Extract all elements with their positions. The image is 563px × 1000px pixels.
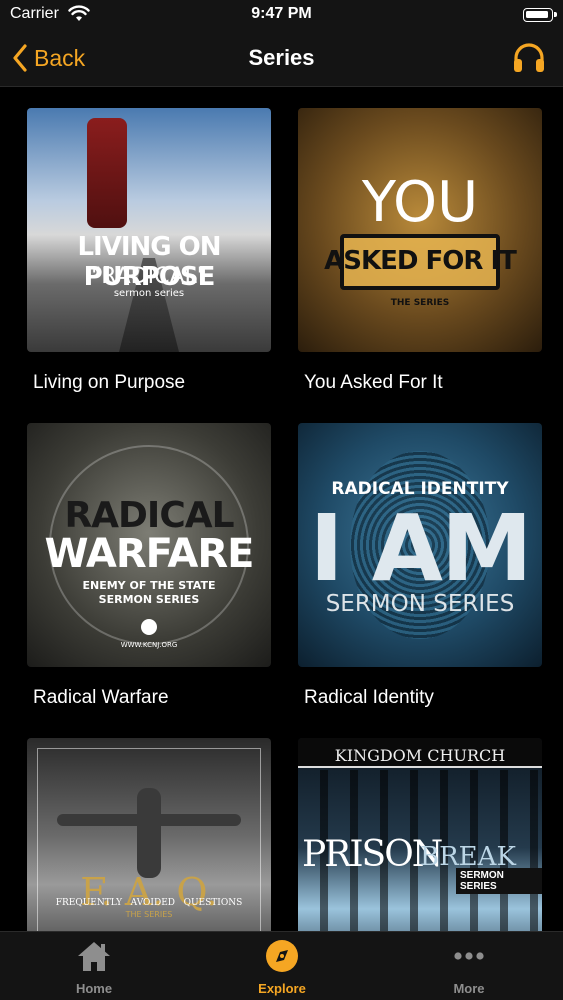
series-card-radical-identity[interactable]: RADICAL IDENTITY I AM SERMON SERIES Radi… <box>298 423 542 708</box>
series-card-faq[interactable]: F. A. Q. FREQUENTLY AVOIDED QUESTIONS TH… <box>27 738 271 931</box>
artwork-subtitle: "RADICAL" <box>91 264 207 289</box>
tab-more-label: More <box>453 981 485 996</box>
clock: 9:47 PM <box>251 5 312 22</box>
tab-home-label: Home <box>75 981 113 996</box>
artwork-arms <box>57 814 241 826</box>
artwork-subtitle: ASKED FOR IT <box>324 246 517 276</box>
artwork-subtitle: FREQUENTLY AVOIDED QUESTIONS <box>55 898 243 908</box>
compass-icon <box>266 940 298 972</box>
artwork-caption-2: SERMON SERIES <box>98 593 200 606</box>
navigation-bar: Back Series <box>0 30 563 87</box>
series-title: Radical Identity <box>304 687 434 708</box>
series-artwork: LIVING ON PURPOSE "RADICAL" sermon serie… <box>27 108 271 352</box>
series-artwork: RADICAL IDENTITY I AM SERMON SERIES <box>298 423 542 667</box>
series-artwork: RADICAL WARFARE ENEMY OF THE STATE SERMO… <box>27 423 271 667</box>
series-title: Living on Purpose <box>33 372 186 393</box>
status-bar: Carrier 9:47 PM <box>0 0 563 30</box>
artwork-figure <box>137 788 161 878</box>
tab-more[interactable]: More <box>375 932 563 1000</box>
artwork-figure <box>87 118 127 228</box>
artwork-caption: SERMON SERIES <box>325 591 515 617</box>
more-icon <box>454 952 484 960</box>
tab-bar: Home Explore More <box>0 931 563 1000</box>
tab-home[interactable]: Home <box>0 932 188 1000</box>
series-card-living-on-purpose[interactable]: LIVING ON PURPOSE "RADICAL" sermon serie… <box>27 108 271 393</box>
battery-icon <box>523 8 557 22</box>
artwork-caption: sermon series <box>113 288 185 299</box>
artwork-title: RADICAL <box>64 495 234 536</box>
series-card-you-asked-for-it[interactable]: YOU ASKED FOR IT THE SERIES You Asked Fo… <box>298 108 542 393</box>
artwork-subtitle: WARFARE <box>44 531 255 577</box>
series-artwork: YOU ASKED FOR IT THE SERIES <box>298 108 542 352</box>
series-title: You Asked For It <box>304 372 443 393</box>
artwork-url: WWW.KCNJ.ORG <box>120 641 178 649</box>
artwork-caption: THE SERIES <box>390 298 450 308</box>
series-artwork: KINGDOM CHURCH PRISON BREAK SERMON SERIE… <box>298 738 542 931</box>
series-card-radical-warfare[interactable]: RADICAL WARFARE ENEMY OF THE STATE SERMO… <box>27 423 271 708</box>
artwork-title: YOU <box>361 170 479 235</box>
tab-explore-label: Explore <box>258 981 306 996</box>
series-artwork: F. A. Q. FREQUENTLY AVOIDED QUESTIONS TH… <box>27 738 271 931</box>
artwork-church-name: KINGDOM CHURCH <box>334 746 506 765</box>
artwork-subtitle: I AM <box>309 495 532 602</box>
page-title: Series <box>248 45 315 70</box>
headphones-icon[interactable] <box>511 40 547 76</box>
series-grid: LIVING ON PURPOSE "RADICAL" sermon serie… <box>0 88 563 931</box>
series-card-prison-break[interactable]: KINGDOM CHURCH PRISON BREAK SERMON SERIE… <box>298 738 542 931</box>
artwork-caption: THE SERIES <box>125 910 173 919</box>
series-title: Radical Warfare <box>33 687 169 708</box>
tab-explore[interactable]: Explore <box>188 932 376 1000</box>
artwork-caption: SERMON SERIES <box>456 868 542 894</box>
church-logo-icon <box>141 619 157 635</box>
home-icon <box>78 942 110 971</box>
artwork-caption: ENEMY OF THE STATE <box>82 579 216 592</box>
